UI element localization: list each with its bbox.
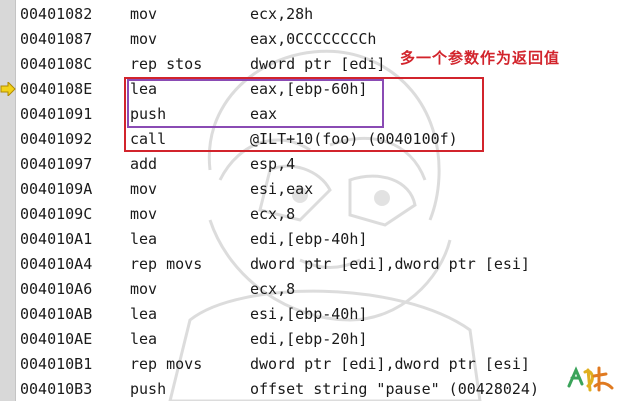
argument-highlight-box (127, 79, 384, 128)
instruction-mnemonic: rep movs (130, 355, 203, 373)
instruction-operands: offset string "pause" (00428024) (250, 380, 539, 398)
code-line[interactable]: 004010A4 rep movs dword ptr [edi],dword pt… (18, 252, 618, 277)
instruction-address: 0040108E (20, 80, 93, 98)
code-line[interactable]: 004010AE lea edi,[ebp-20h] (18, 327, 618, 352)
instruction-mnemonic: lea (130, 330, 158, 348)
instruction-address: 004010A1 (20, 230, 93, 248)
code-line[interactable]: 004010AB lea esi,[ebp-40h] (18, 302, 618, 327)
disassembly-window: 00401082 mov ecx,28h 00401087 mov eax,0CCCCCC… (0, 0, 618, 401)
instruction-address: 004010B1 (20, 355, 93, 373)
instruction-address: 0040109A (20, 180, 93, 198)
instruction-address: 00401087 (20, 30, 93, 48)
instruction-address: 004010A4 (20, 255, 93, 273)
code-line[interactable]: 004010A6 mov ecx,8 (18, 277, 618, 302)
instruction-operands: esp,4 (250, 155, 296, 173)
instruction-operands: ecx,8 (250, 280, 296, 298)
instruction-mnemonic: push (130, 380, 167, 398)
code-line[interactable]: 00401097 add esp,4 (18, 152, 618, 177)
instruction-mnemonic: add (130, 155, 158, 173)
instruction-address: 00401082 (20, 5, 93, 23)
instruction-operands: edi,[ebp-40h] (250, 230, 368, 248)
instruction-operands: edi,[ebp-20h] (250, 330, 368, 348)
instruction-address: 0040108C (20, 55, 93, 73)
instruction-operands: dword ptr [edi],dword ptr [esi] (250, 255, 530, 273)
code-line[interactable]: 00401082 mov ecx,28h (18, 2, 618, 27)
instruction-operands: esi,[ebp-40h] (250, 305, 368, 323)
code-line[interactable]: 004010A1 lea edi,[ebp-40h] (18, 227, 618, 252)
instruction-address: 00401097 (20, 155, 93, 173)
instruction-address: 004010AE (20, 330, 93, 348)
instruction-mnemonic: rep stos (130, 55, 203, 73)
instruction-address: 00401092 (20, 130, 93, 148)
instruction-address: 0040109C (20, 205, 93, 223)
instruction-operands: dword ptr [edi],dword ptr [esi] (250, 355, 530, 373)
instruction-operands: ecx,8 (250, 205, 296, 223)
instruction-mnemonic: mov (130, 30, 158, 48)
instruction-mnemonic: lea (130, 230, 158, 248)
instruction-mnemonic: rep movs (130, 255, 203, 273)
instruction-mnemonic: mov (130, 280, 158, 298)
breakpoint-gutter[interactable] (0, 0, 16, 401)
instruction-address: 00401091 (20, 105, 93, 123)
instruction-mnemonic: mov (130, 5, 158, 23)
instruction-address: 004010B3 (20, 380, 93, 398)
instruction-operands: esi,eax (250, 180, 314, 198)
instruction-mnemonic: mov (130, 205, 158, 223)
instruction-address: 004010AB (20, 305, 93, 323)
code-line[interactable]: 0040109C mov ecx,8 (18, 202, 618, 227)
handwritten-signature (567, 366, 614, 392)
code-line[interactable]: 0040109A mov esi,eax (18, 177, 618, 202)
instruction-mnemonic: lea (130, 305, 158, 323)
code-line[interactable]: 004010B1 rep movs dword ptr [edi],dword pt… (18, 352, 618, 377)
annotation-text: 多一个参数作为返回值 (400, 49, 561, 67)
instruction-address: 004010A6 (20, 280, 93, 298)
code-line[interactable]: 004010B3 push offset string "pause" (00428… (18, 377, 618, 401)
instruction-mnemonic: mov (130, 180, 158, 198)
instruction-operands: ecx,28h (250, 5, 314, 23)
yellow-arrow-icon (0, 82, 16, 96)
